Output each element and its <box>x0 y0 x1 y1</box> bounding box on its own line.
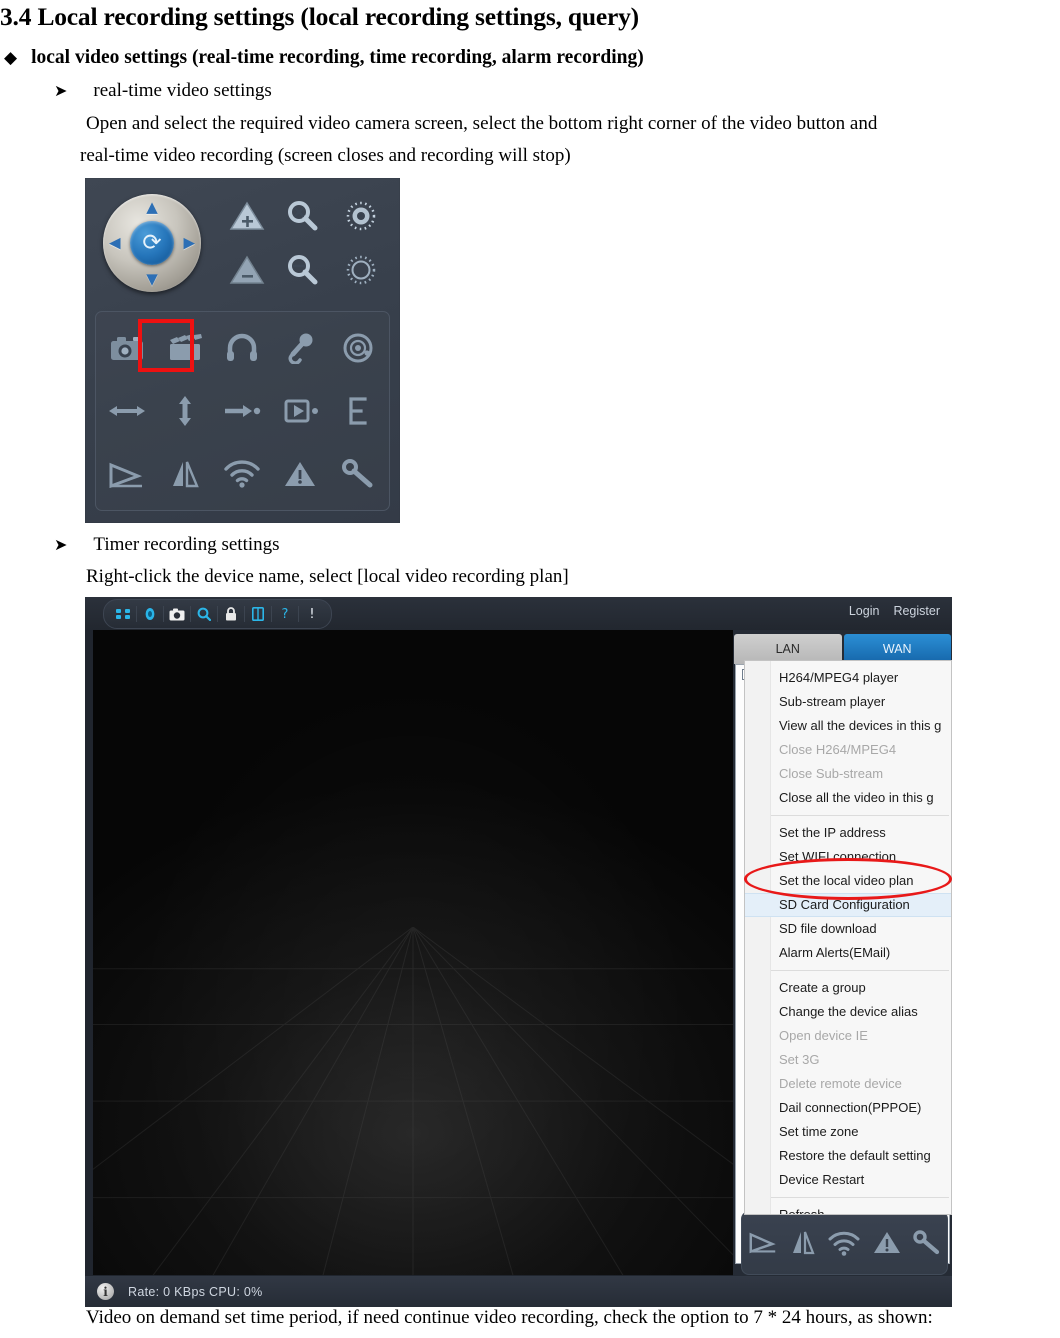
camera-snapshot-icon[interactable] <box>164 602 190 626</box>
section-b-title: Timer recording settings <box>93 534 280 555</box>
settings-wrench-icon[interactable] <box>912 1228 942 1258</box>
menu-item[interactable]: Create a group <box>745 976 951 1000</box>
menu-item[interactable]: Dail connection(PPPOE) <box>745 1096 951 1120</box>
menu-item[interactable]: H264/MPEG4 player <box>745 666 951 690</box>
alert-exclamation-icon[interactable]: ! <box>299 602 325 626</box>
menu-item[interactable]: Close all the video in this g <box>745 786 951 810</box>
menu-item[interactable]: View all the devices in this g <box>745 714 951 738</box>
refresh-rotate-icon[interactable]: ⟳ <box>130 221 174 265</box>
menu-item[interactable]: Set WIFI connection <box>745 845 951 869</box>
arrow-up-icon[interactable]: ▲ <box>146 200 158 215</box>
arrow-right-icon[interactable]: ▶ <box>183 235 195 251</box>
login-link[interactable]: Login <box>849 604 880 618</box>
page-title: 3.4 Local recording settings (local reco… <box>0 2 639 31</box>
status-text: Rate: 0 KBps CPU: 0% <box>128 1284 263 1299</box>
play-icon[interactable] <box>747 1228 779 1258</box>
focus-near-icon[interactable] <box>281 196 325 236</box>
section-a-title: real-time video settings <box>93 80 272 101</box>
info-icon: i <box>97 1283 114 1300</box>
menu-item: Open device IE <box>779 1028 868 1043</box>
menu-item[interactable]: Change the device alias <box>745 1000 951 1024</box>
record-icon[interactable] <box>156 316 214 379</box>
vertical-patrol-icon[interactable] <box>156 379 214 442</box>
register-link[interactable]: Register <box>893 604 940 618</box>
section-b-heading-row: ➤ Timer recording settings <box>54 534 280 556</box>
settings-wrench-icon[interactable] <box>329 443 387 506</box>
arrow-left-icon[interactable]: ◀ <box>109 235 121 251</box>
bullet-level1-label: local video settings (real-time recordin… <box>31 47 644 68</box>
menu-item-set-local-video-plan[interactable]: Set the local video plan <box>745 869 951 893</box>
section-a-body-line1: Open and select the required video camer… <box>86 113 878 134</box>
mirror-flip-icon[interactable] <box>789 1228 817 1258</box>
mirror-flip-icon[interactable] <box>156 443 214 506</box>
video-vignette <box>93 630 733 1275</box>
menu-item[interactable]: Set the IP address <box>745 821 951 845</box>
menu-item[interactable]: Refresh <box>745 1203 951 1214</box>
power-icon[interactable] <box>329 316 387 379</box>
book-log-icon[interactable] <box>245 602 271 626</box>
ptz-zone: ▲ ▼ ◀ ▶ ⟳ <box>85 178 400 308</box>
menu-item[interactable]: SD file download <box>745 917 951 941</box>
menu-item-sd-card-configuration[interactable]: SD Card Configuration <box>745 893 951 917</box>
menu-item[interactable]: Set time zone <box>745 1120 951 1144</box>
menu-item[interactable]: Restore the default setting <box>745 1144 951 1168</box>
lock-icon[interactable] <box>218 602 244 626</box>
section-a-body-line2: real-time video recording (screen closes… <box>80 145 571 166</box>
search-icon[interactable] <box>191 602 217 626</box>
menu-item[interactable]: Sub-stream player <box>745 690 951 714</box>
ptz-control-panel-screenshot: ▲ ▼ ◀ ▶ ⟳ <box>85 178 400 523</box>
fullscreen-grid-icon[interactable] <box>110 602 136 626</box>
bullet-level1-row: ◆ local video settings (real-time record… <box>4 47 644 69</box>
talk-microphone-icon[interactable] <box>271 316 329 379</box>
bottom-control-dock <box>741 1211 948 1275</box>
menu-separator <box>747 1197 949 1198</box>
wifi-icon[interactable] <box>214 443 272 506</box>
goto-preset-icon[interactable] <box>214 379 272 442</box>
snapshot-icon[interactable] <box>98 316 156 379</box>
eye-view-icon[interactable] <box>137 602 163 626</box>
function-button-grid <box>95 311 390 511</box>
iris-close-icon[interactable] <box>339 250 383 290</box>
horizontal-patrol-icon[interactable] <box>98 379 156 442</box>
menu-item: Close Sub-stream <box>779 766 884 781</box>
device-context-menu[interactable]: H264/MPEG4 player Sub-stream player View… <box>744 660 952 1215</box>
menu-item[interactable]: Device Restart <box>745 1168 951 1192</box>
iris-open-icon[interactable] <box>339 196 383 236</box>
play-icon[interactable] <box>98 443 156 506</box>
wifi-icon[interactable] <box>827 1228 861 1258</box>
alarm-warning-icon[interactable] <box>271 443 329 506</box>
menu-item: Set 3G <box>779 1052 820 1067</box>
arrow-down-icon[interactable]: ▼ <box>146 272 158 287</box>
set-preset-icon[interactable] <box>271 379 329 442</box>
app-toolbar: ? ! <box>103 599 332 629</box>
auth-links: Login Register <box>849 604 940 618</box>
zoom-in-icon[interactable] <box>225 196 269 236</box>
section-b-body-line1: Right-click the device name, select [loc… <box>86 566 569 587</box>
footer-line: Video on demand set time period, if need… <box>86 1307 933 1328</box>
menu-separator <box>747 815 949 816</box>
menu-item[interactable]: Alarm Alerts(EMail) <box>745 941 951 965</box>
menu-separator <box>747 970 949 971</box>
zoom-out-icon[interactable] <box>225 250 269 290</box>
video-preview-area[interactable] <box>93 630 733 1275</box>
diamond-bullet-icon: ◆ <box>4 48 18 67</box>
focus-far-icon[interactable] <box>281 250 325 290</box>
section-a-heading-row: ➤ real-time video settings <box>54 80 272 102</box>
ptz-direction-dial[interactable]: ▲ ▼ ◀ ▶ ⟳ <box>103 194 201 292</box>
menu-item: Close H264/MPEG4 <box>779 742 897 757</box>
alarm-warning-icon[interactable] <box>872 1228 902 1258</box>
help-question-icon[interactable]: ? <box>272 602 298 626</box>
listen-icon[interactable] <box>214 316 272 379</box>
menu-item: Delete remote device <box>779 1076 902 1091</box>
app-statusbar: i Rate: 0 KBps CPU: 0% <box>85 1276 952 1307</box>
edge-scan-icon[interactable] <box>329 379 387 442</box>
arrow-bullet-icon: ➤ <box>54 83 68 100</box>
arrow-bullet-icon: ➤ <box>54 537 68 554</box>
